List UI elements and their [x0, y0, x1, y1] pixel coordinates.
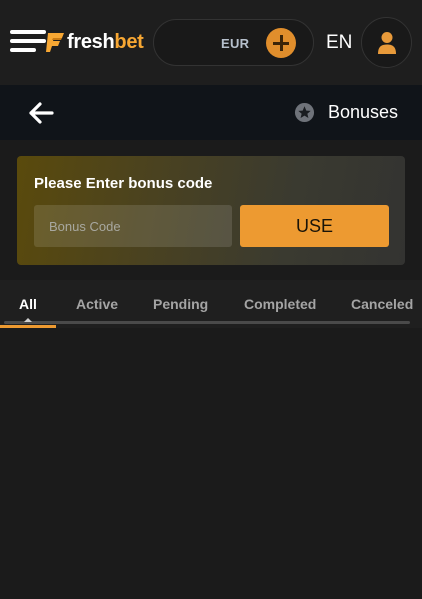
- brand-wordmark-bet: bet: [114, 30, 144, 53]
- back-arrow-icon[interactable]: [28, 101, 54, 125]
- brand-logo[interactable]: freshbet: [46, 27, 144, 57]
- balance-widget[interactable]: EUR: [153, 19, 314, 66]
- bonus-code-card: Please Enter bonus code USE: [17, 156, 405, 265]
- tab-all[interactable]: All: [19, 296, 37, 312]
- tab-canceled[interactable]: Canceled: [351, 296, 413, 312]
- logo-mark-icon: [46, 33, 64, 52]
- currency-label: EUR: [221, 36, 250, 51]
- deposit-plus-button[interactable]: [266, 28, 296, 58]
- active-tab-pointer-icon: [24, 318, 32, 322]
- page-title-group: Bonuses: [294, 102, 398, 123]
- tab-active[interactable]: Active: [76, 296, 118, 312]
- profile-button[interactable]: [361, 17, 412, 68]
- bonus-code-input[interactable]: [34, 205, 232, 247]
- bonus-code-heading: Please Enter bonus code: [34, 175, 213, 192]
- tab-pending[interactable]: Pending: [153, 296, 208, 312]
- page-title: Bonuses: [327, 102, 398, 122]
- bonus-status-tabs: All Active Pending Completed Canceled: [0, 280, 422, 328]
- page-header: Bonuses: [0, 85, 422, 140]
- tabs-scrollbar[interactable]: [4, 321, 410, 324]
- use-bonus-button[interactable]: USE: [240, 205, 389, 247]
- user-icon: [378, 32, 396, 54]
- brand-wordmark: freshbet: [67, 31, 144, 54]
- language-selector[interactable]: EN: [326, 32, 352, 54]
- hamburger-menu-icon[interactable]: [10, 30, 46, 54]
- bonus-list-area: [0, 328, 422, 599]
- tab-completed[interactable]: Completed: [244, 296, 316, 312]
- brand-wordmark-fresh: fresh: [67, 30, 115, 53]
- star-icon: [294, 102, 314, 123]
- top-bar: freshbet EUR EN: [0, 0, 422, 85]
